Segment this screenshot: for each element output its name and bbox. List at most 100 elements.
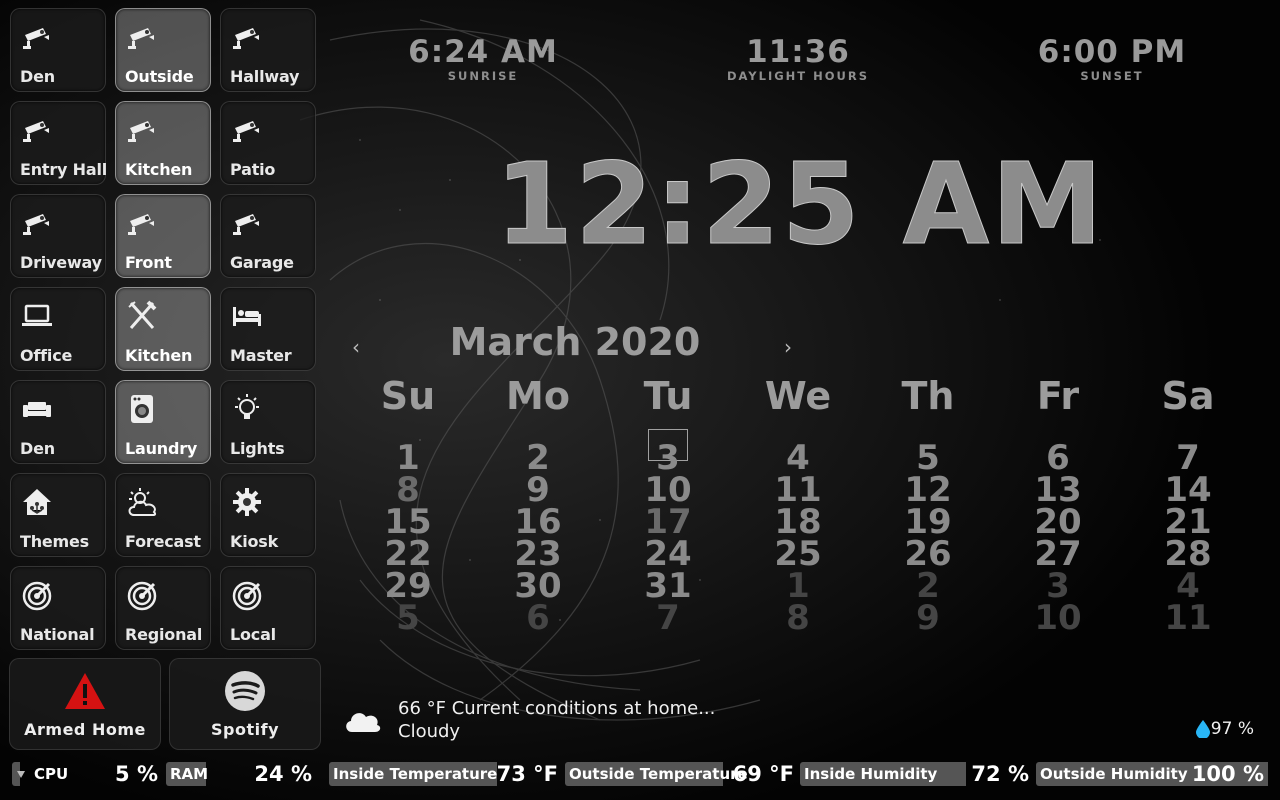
tile-label: Themes — [20, 532, 90, 551]
tile-label: Kiosk — [230, 532, 279, 551]
tile-kiosk[interactable]: Kiosk — [220, 473, 316, 557]
spotify-button[interactable]: Spotify — [169, 658, 321, 750]
camera-icon — [126, 21, 158, 53]
tile-office[interactable]: Office — [10, 287, 106, 371]
sunrise-label: SUNRISE — [447, 69, 519, 83]
washer-icon — [126, 393, 158, 425]
sunset-time: 6:00 PM — [1037, 34, 1187, 70]
calendar-day[interactable]: 11 — [1153, 601, 1223, 635]
tile-patio[interactable]: Patio — [220, 101, 316, 185]
sensor-value: 5 % — [115, 762, 158, 786]
tile-lights[interactable]: Lights — [220, 380, 316, 464]
calendar-prev-button[interactable]: ‹ — [352, 335, 360, 359]
sofa-icon — [21, 393, 53, 425]
tile-den[interactable]: Den — [10, 8, 106, 92]
weekday-header: Tu — [643, 374, 693, 418]
radar-icon — [21, 579, 53, 611]
tile-kitchen[interactable]: Kitchen — [115, 287, 211, 371]
tile-label: Office — [20, 346, 73, 365]
camera-icon — [21, 114, 53, 146]
daylight: 11:36 DAYLIGHT HOURS — [688, 34, 908, 82]
tile-den[interactable]: Den — [10, 380, 106, 464]
tile-label: Forecast — [125, 532, 201, 551]
clock: 12:25 AM — [495, 140, 1105, 270]
sensor-outside-humidity: Outside Humidity 100 % — [1036, 762, 1268, 786]
sensor-name: Outside Temperature — [569, 765, 748, 783]
laptop-icon — [21, 300, 53, 332]
tile-kitchen[interactable]: Kitchen — [115, 101, 211, 185]
home-theme-icon — [21, 486, 53, 518]
alarm-button[interactable]: Armed Home — [9, 658, 161, 750]
calendar-day[interactable]: 8 — [763, 601, 833, 635]
tile-master[interactable]: Master — [220, 287, 316, 371]
calendar-day[interactable]: 5 — [373, 601, 443, 635]
alert-triangle-icon — [65, 673, 105, 709]
weekday-header: Fr — [1036, 374, 1080, 418]
calendar-day[interactable]: 10 — [1023, 601, 1093, 635]
sensor-name: Outside Humidity — [1040, 765, 1188, 783]
camera-icon — [126, 207, 158, 239]
cloud-icon — [346, 713, 381, 732]
camera-icon — [21, 21, 53, 53]
sensor-inside-humidity: Inside Humidity 72 % — [800, 762, 1033, 786]
sensor-name: RAM — [170, 765, 209, 783]
alarm-label: Armed Home — [24, 720, 146, 739]
lightbulb-icon — [231, 393, 263, 425]
tile-themes[interactable]: Themes — [10, 473, 106, 557]
tile-label: National — [20, 625, 95, 644]
gear-icon — [231, 486, 263, 518]
utensils-icon — [126, 300, 158, 332]
tile-laundry[interactable]: Laundry — [115, 380, 211, 464]
tile-driveway[interactable]: Driveway — [10, 194, 106, 278]
radar-icon — [231, 579, 263, 611]
tile-label: Local — [230, 625, 276, 644]
weather-summary: 66 °F Current conditions at home... — [398, 698, 716, 719]
sensor-name: Inside Humidity — [804, 765, 938, 783]
caret-down-icon — [17, 771, 25, 778]
tile-front[interactable]: Front — [115, 194, 211, 278]
sensor-name: CPU — [34, 765, 69, 783]
tile-label: Regional — [125, 625, 203, 644]
tile-label: Laundry — [125, 439, 198, 458]
radar-icon — [126, 579, 158, 611]
camera-icon — [231, 207, 263, 239]
tile-label: Outside — [125, 67, 194, 86]
sensor-value: 24 % — [254, 762, 312, 786]
tile-national[interactable]: National — [10, 566, 106, 650]
weekday-header: Mo — [506, 374, 570, 418]
camera-icon — [21, 207, 53, 239]
sunset-label: SUNSET — [1080, 69, 1144, 83]
tile-label: Entry Hall — [20, 160, 108, 179]
sunset: 6:00 PM SUNSET — [1002, 34, 1222, 82]
water-drop-icon — [1196, 720, 1210, 738]
sensor-value: 73 °F — [496, 762, 558, 786]
calendar-day[interactable]: 9 — [893, 601, 963, 635]
daylight-label: DAYLIGHT HOURS — [726, 69, 870, 83]
sensor-name: Inside Temperature — [333, 765, 498, 783]
weather-humidity: 97 % — [1210, 719, 1254, 739]
calendar-next-button[interactable]: › — [784, 335, 792, 359]
tile-garage[interactable]: Garage — [220, 194, 316, 278]
spotify-label: Spotify — [211, 720, 279, 739]
tile-outside[interactable]: Outside — [115, 8, 211, 92]
calendar-month: March 2020 — [449, 320, 701, 364]
tile-regional[interactable]: Regional — [115, 566, 211, 650]
weekday-header: Sa — [1161, 374, 1215, 418]
weekday-header: Th — [901, 374, 955, 418]
calendar-day[interactable]: 7 — [633, 601, 703, 635]
daylight-time: 11:36 — [746, 34, 850, 70]
spotify-icon — [225, 671, 265, 711]
tile-local[interactable]: Local — [220, 566, 316, 650]
sensor-cpu: CPU 5 % — [12, 762, 162, 786]
sensor-value: 72 % — [971, 762, 1029, 786]
calendar-day[interactable]: 6 — [503, 601, 573, 635]
tile-forecast[interactable]: Forecast — [115, 473, 211, 557]
camera-icon — [126, 114, 158, 146]
weather-condition: Cloudy — [398, 721, 461, 742]
tile-label: Patio — [230, 160, 276, 179]
camera-icon — [231, 114, 263, 146]
tile-entry-hall[interactable]: Entry Hall — [10, 101, 108, 185]
tile-hallway[interactable]: Hallway — [220, 8, 316, 92]
sunrise: 6:24 AM SUNRISE — [373, 34, 593, 82]
tile-label: Master — [230, 346, 292, 365]
